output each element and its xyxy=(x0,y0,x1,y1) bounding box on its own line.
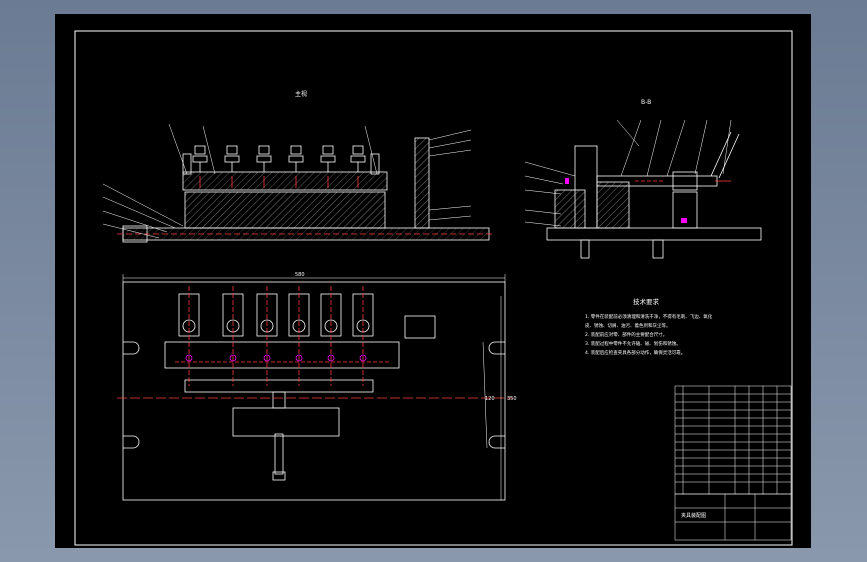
plan-clamp-heads[interactable] xyxy=(178,293,374,337)
tech-title: 技术要求 xyxy=(633,297,660,306)
tech-line-2: 皮、锈蚀、切屑、油污、着色剂和灰尘等。 xyxy=(585,322,671,329)
side-view[interactable]: B-B xyxy=(546,99,762,259)
tech-requirements: 技术要求 1. 零件在装配前必须清理和清洗干净，不得有毛刺、飞边、氧化 皮、锈蚀… xyxy=(585,297,713,356)
front-view[interactable]: 主视 xyxy=(122,90,490,243)
drawing-canvas: 主视 B-B 580 120 350 技术要求 1. 零件在装配前必须清理和清洗… xyxy=(74,30,793,546)
cad-viewport[interactable]: 主视 B-B 580 120 350 技术要求 1. 零件在装配前必须清理和清洗… xyxy=(0,0,867,562)
plan-dim-width: 580 xyxy=(295,272,305,278)
title-block-name: 夹具装配图 xyxy=(681,512,706,519)
side-view-title: B-B xyxy=(641,99,651,106)
drawing-sheet: 主视 B-B 580 120 350 技术要求 1. 零件在装配前必须清理和清洗… xyxy=(55,14,811,548)
plan-dim-h1: 120 xyxy=(485,396,495,402)
plan-dim-h2: 350 xyxy=(507,396,517,402)
tech-line-3: 2. 装配前应对零、部件的主要配合尺寸。 xyxy=(585,331,667,338)
tech-line-4: 3. 装配过程中零件不允许磕、碰、划伤和锈蚀。 xyxy=(585,340,681,347)
plan-dimensions xyxy=(122,274,506,500)
front-view-title: 主视 xyxy=(295,90,307,98)
drawing-frame xyxy=(74,30,793,546)
front-clamps[interactable] xyxy=(192,145,366,172)
tech-line-1: 1. 零件在装配前必须清理和清洗干净，不得有毛刺、飞边、氧化 xyxy=(585,313,713,320)
tech-line-5: 4. 装配后应检查夹具各部分动作，确保灵活可靠。 xyxy=(585,349,685,356)
plan-view[interactable] xyxy=(122,281,506,501)
plan-accent xyxy=(185,354,367,362)
